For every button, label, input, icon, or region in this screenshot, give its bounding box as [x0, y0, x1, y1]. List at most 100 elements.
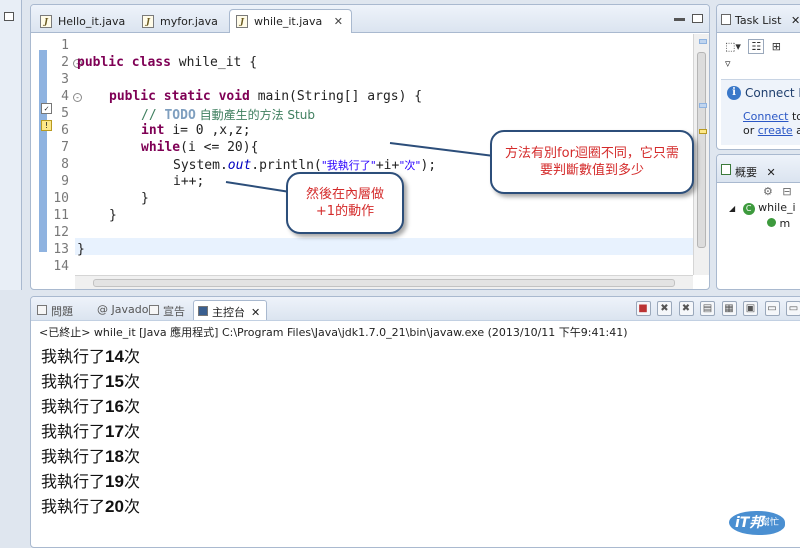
- open-console-icon[interactable]: ▭: [786, 301, 800, 316]
- declaration-icon: [149, 305, 159, 315]
- connect-mylyn-box: i Connect M Connect to or create a l: [721, 79, 800, 145]
- line-number: 11: [51, 208, 69, 223]
- outline-toolbar: ⚙ ⊟: [763, 185, 792, 198]
- java-file-icon: J: [236, 15, 248, 28]
- pin-console-icon[interactable]: ▣: [743, 301, 758, 316]
- line-number: 10: [51, 191, 69, 206]
- hide-fields-icon[interactable]: ⊟: [782, 185, 791, 198]
- line-number: 12: [51, 225, 69, 240]
- code-line-5: // TODO 自動產生的方法 Stub: [77, 106, 315, 123]
- ithelp-watermark-logo: iT邦 幫忙: [729, 509, 793, 539]
- close-icon[interactable]: ✕: [767, 166, 776, 179]
- connect-link[interactable]: Connect: [743, 110, 788, 123]
- line-number: 13: [51, 242, 69, 257]
- info-icon: i: [727, 86, 741, 100]
- java-file-icon: J: [142, 15, 154, 28]
- problems-icon: [37, 305, 47, 315]
- editor-horizontal-scrollbar[interactable]: [75, 275, 693, 289]
- connect-line: Connect to: [743, 110, 800, 123]
- terminate-icon[interactable]: ■: [636, 301, 651, 316]
- scrollbar-thumb[interactable]: [697, 52, 706, 248]
- tab-problems[interactable]: 問題: [33, 300, 79, 320]
- code-line-11: }: [77, 208, 117, 223]
- left-minimized-strip: [0, 0, 22, 290]
- console-output-line: 我執行了18次: [41, 443, 140, 467]
- warning-overview-marker[interactable]: [699, 129, 707, 134]
- tab-console[interactable]: 主控台✕: [193, 300, 267, 320]
- scrollbar-thumb[interactable]: [93, 279, 675, 287]
- overview-marker[interactable]: [699, 103, 707, 108]
- tab-label: myfor.java: [160, 15, 218, 28]
- create-link[interactable]: create: [758, 124, 793, 137]
- console-toolbar: ■ ✖ ✖ ▤ ▦ ▣ ▭ ▭: [633, 301, 800, 316]
- tab-while-it[interactable]: J while_it.java ✕: [229, 9, 352, 33]
- code-line-6: int i= 0 ,x,z;: [77, 123, 251, 138]
- line-number: 9: [51, 174, 69, 189]
- panel-title: 概要: [735, 166, 757, 179]
- categorize-icon[interactable]: ☷: [748, 39, 764, 54]
- scroll-lock-icon[interactable]: ▦: [722, 301, 737, 316]
- console-panel: 問題 @ Javadoc 宣告 主控台✕ ■ ✖ ✖ ▤ ▦ ▣ ▭ ▭ <已終…: [30, 296, 800, 548]
- console-output-line: 我執行了20次: [41, 493, 140, 517]
- outline-header[interactable]: 概要 ✕: [717, 155, 800, 183]
- create-rest: a l: [793, 124, 800, 137]
- line-number: 14: [51, 259, 69, 274]
- outline-method-item[interactable]: m: [767, 217, 790, 230]
- display-console-icon[interactable]: ▭: [765, 301, 780, 316]
- restore-icon[interactable]: [4, 12, 14, 21]
- close-icon[interactable]: ✕: [791, 14, 800, 27]
- editor-vertical-scrollbar[interactable]: [693, 34, 709, 275]
- outline-class-item[interactable]: ◢ C while_i: [729, 201, 796, 215]
- remove-all-icon[interactable]: ✖: [679, 301, 694, 316]
- or-text: or: [743, 124, 758, 137]
- class-name: while_i: [758, 201, 795, 214]
- new-task-icon[interactable]: ⬚▾: [725, 40, 741, 53]
- tab-declaration[interactable]: 宣告: [145, 300, 191, 320]
- minimize-icon[interactable]: [674, 18, 685, 21]
- console-output-line: 我執行了14次: [41, 343, 140, 367]
- code-line-2: public class while_it {: [77, 55, 257, 70]
- console-output-line: 我執行了16次: [41, 393, 140, 417]
- tab-label: Hello_it.java: [58, 15, 125, 28]
- close-icon[interactable]: ✕: [251, 306, 260, 319]
- terminated-status: <已終止> while_it [Java 應用程式] C:\Program Fi…: [39, 324, 627, 340]
- tab-hello-it[interactable]: J Hello_it.java: [33, 9, 134, 33]
- outline-icon: [721, 164, 731, 175]
- line-number: 4: [51, 89, 69, 104]
- class-icon: C: [743, 203, 755, 215]
- editor-window-controls: [670, 13, 704, 26]
- logo-main-text: iT邦: [735, 515, 763, 531]
- task-list-panel: Task List ✕ ⬚▾ ☷ ⊞ ▿ i Connect M Connect…: [716, 4, 800, 150]
- create-line: or create a l: [743, 124, 800, 137]
- code-line-9: i++;: [77, 174, 204, 189]
- expand-arrow-icon[interactable]: ◢: [729, 204, 735, 213]
- console-output-line: 我執行了17次: [41, 418, 140, 442]
- task-list-header[interactable]: Task List ✕: [717, 5, 800, 33]
- console-icon: [198, 306, 208, 316]
- panel-title: Task List: [735, 14, 781, 27]
- tab-label: 問題: [51, 305, 73, 318]
- schedule-icon[interactable]: ⊞: [772, 40, 781, 53]
- overview-marker[interactable]: [699, 39, 707, 44]
- logo-sub-text: 幫忙: [761, 515, 779, 528]
- view-menu-icon[interactable]: ▿: [725, 57, 731, 70]
- tab-myfor[interactable]: J myfor.java: [135, 9, 227, 33]
- remove-launch-icon[interactable]: ✖: [657, 301, 672, 316]
- change-bar: [39, 50, 47, 252]
- task-list-icon: [721, 14, 731, 25]
- line-number: 2: [51, 55, 69, 70]
- close-icon[interactable]: ✕: [334, 15, 343, 28]
- tab-label: 宣告: [163, 305, 185, 318]
- tab-label: while_it.java: [254, 15, 322, 28]
- code-line-10: }: [77, 191, 149, 206]
- editor-tabbar: J Hello_it.java J myfor.java J while_it.…: [31, 5, 709, 33]
- maximize-icon[interactable]: [692, 14, 703, 23]
- console-tabbar: 問題 @ Javadoc 宣告 主控台✕ ■ ✖ ✖ ▤ ▦ ▣ ▭ ▭: [31, 297, 800, 321]
- sort-icon[interactable]: ⚙: [763, 185, 773, 198]
- clear-console-icon[interactable]: ▤: [700, 301, 715, 316]
- line-number: 6: [51, 123, 69, 138]
- code-line-4: public static void main(String[] args) {: [77, 89, 422, 104]
- line-number: 1: [51, 38, 69, 53]
- line-number: 7: [51, 140, 69, 155]
- line-number: 5: [51, 106, 69, 121]
